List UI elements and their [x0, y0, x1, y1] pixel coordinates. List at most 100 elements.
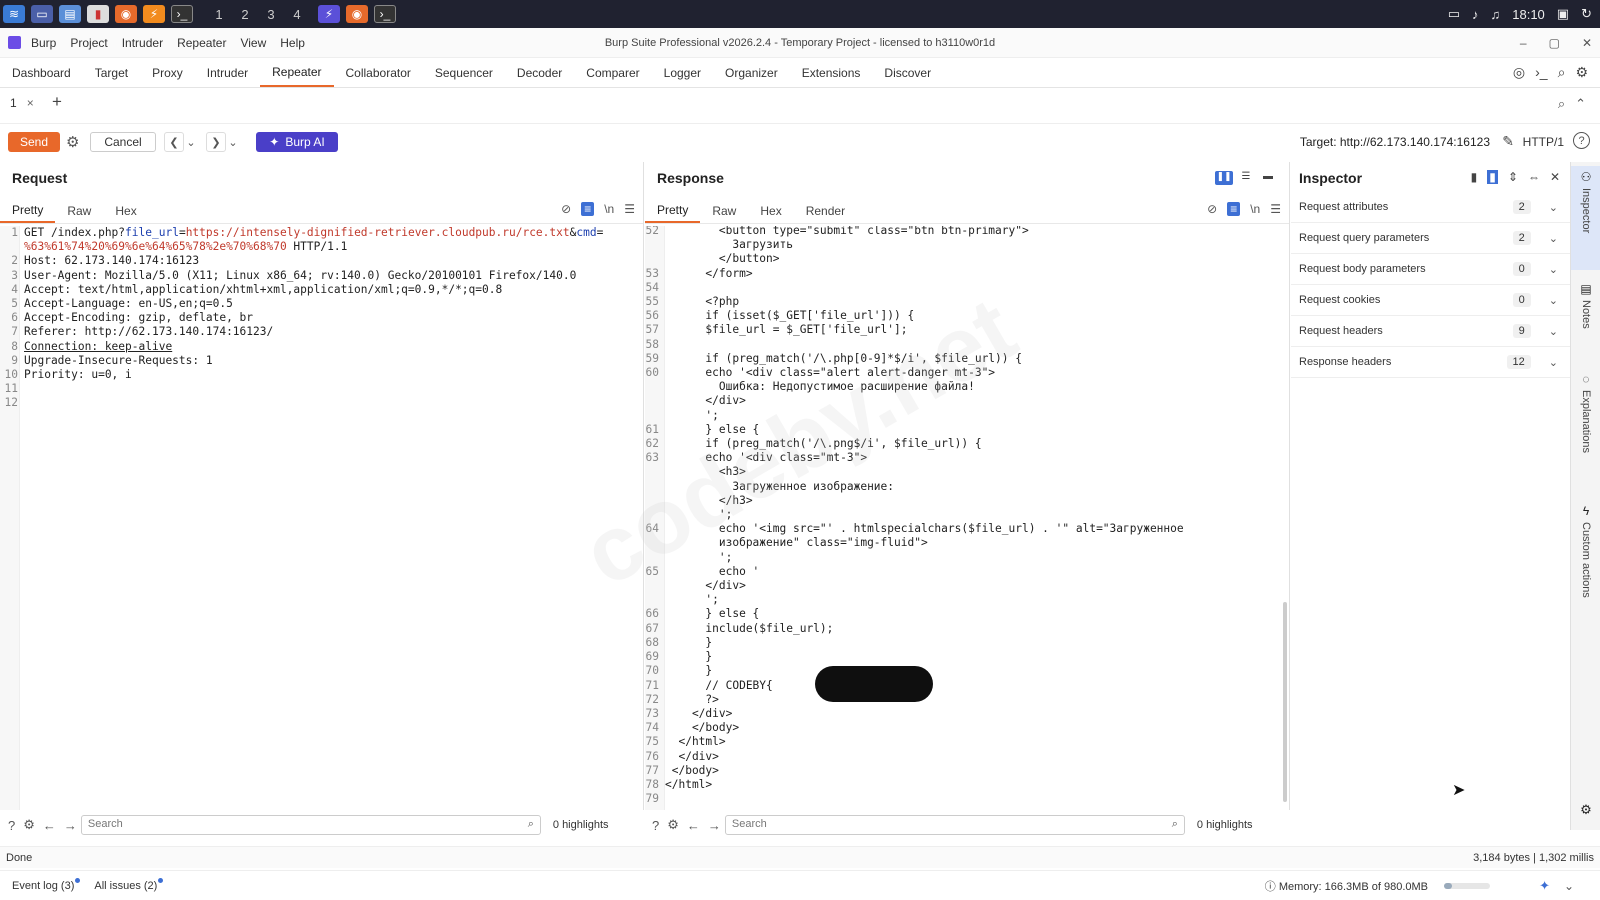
tab-discover[interactable]: Discover [872, 58, 943, 87]
help-icon[interactable]: ? [1573, 132, 1590, 149]
hide-icon[interactable]: ⊘ [1207, 202, 1217, 216]
workspace-1[interactable]: 1 [206, 7, 232, 22]
workspace-2[interactable]: 2 [232, 7, 258, 22]
back-dropdown-icon[interactable]: ⌄ [184, 132, 198, 152]
forward-button[interactable]: ❯ [206, 132, 226, 152]
request-search-input[interactable]: Search ⌕ [80, 815, 541, 835]
settings-gear-icon[interactable]: ⚙ [23, 817, 35, 833]
inspector-row-cookies[interactable]: Request cookies 0 ⌄ [1291, 285, 1570, 316]
arrow-right-icon[interactable]: → [64, 818, 77, 833]
arrow-left-icon[interactable]: ← [687, 818, 700, 833]
tab-sequencer[interactable]: Sequencer [423, 58, 505, 87]
burp-ai-button[interactable]: ✦ Burp AI [256, 132, 338, 152]
collapse-all-icon[interactable]: ⇔ [1528, 170, 1540, 184]
layout-left-icon[interactable]: ▮ [1471, 170, 1478, 184]
rail-inspector[interactable]: ⚇ Inspector [1571, 166, 1600, 270]
tab-decoder[interactable]: Decoder [505, 58, 574, 87]
maximize-icon[interactable]: ▢ [1549, 36, 1560, 50]
tab-organizer[interactable]: Organizer [713, 58, 790, 87]
newline-icon[interactable]: \n [604, 202, 614, 216]
terminal-icon[interactable]: ›_ [171, 5, 193, 23]
request-tab-hex[interactable]: Hex [103, 198, 148, 223]
request-tab-raw[interactable]: Raw [55, 198, 103, 223]
send-settings-icon[interactable]: ⚙ [66, 133, 79, 151]
close-tab-icon[interactable]: × [27, 96, 34, 110]
tab-proxy[interactable]: Proxy [140, 58, 195, 87]
help-icon[interactable]: ? [8, 818, 15, 833]
forward-dropdown-icon[interactable]: ⌄ [226, 132, 240, 152]
rail-notes[interactable]: ▤ Notes [1571, 282, 1600, 352]
search-icon[interactable]: ⌕ [1558, 64, 1566, 81]
request-editor[interactable]: 1 GET /index.php?file_url=https://intense… [0, 226, 643, 810]
minimize-icon[interactable]: – [1520, 36, 1527, 50]
app-launcher-icon[interactable]: ≋ [3, 5, 25, 23]
menu-view[interactable]: View [240, 36, 266, 50]
desktop-icon[interactable]: ▭ [31, 5, 53, 23]
inspector-row-body-params[interactable]: Request body parameters 0 ⌄ [1291, 254, 1570, 285]
tab-extensions[interactable]: Extensions [790, 58, 873, 87]
globe-icon[interactable]: ◎ [1513, 64, 1525, 81]
rail-explanations[interactable]: ◌ Explanations [1571, 372, 1600, 482]
arrow-right-icon[interactable]: → [708, 818, 721, 833]
send-button[interactable]: Send [8, 132, 60, 152]
file-manager-icon[interactable]: ▤ [59, 5, 81, 23]
ai-sparkle-icon[interactable]: ✦ [1539, 878, 1550, 894]
power-icon[interactable]: ↻ [1581, 6, 1592, 22]
clock[interactable]: 18:10 [1512, 7, 1545, 22]
collapse-icon[interactable]: ⌃ [1575, 96, 1586, 112]
firefox-icon[interactable]: ◉ [115, 5, 137, 23]
chevron-down-icon[interactable]: ⌄ [1564, 879, 1574, 893]
settings-gear-icon[interactable]: ⚙ [1575, 64, 1588, 81]
repeater-tab-1[interactable]: 1 × [10, 96, 34, 110]
event-log-link[interactable]: Event log (3) [12, 877, 81, 892]
layout-horizontal-icon[interactable]: ☰ [1237, 171, 1255, 185]
rail-custom-actions[interactable]: ϟ Custom actions [1571, 504, 1600, 634]
inspector-row-query-params[interactable]: Request query parameters 2 ⌄ [1291, 223, 1570, 254]
close-window-icon[interactable]: ✕ [1582, 36, 1592, 50]
firefox-running-icon[interactable]: ◉ [346, 5, 368, 23]
burp-running-icon[interactable]: ⚡ [318, 5, 340, 23]
volume-icon[interactable]: ♪ [1472, 7, 1479, 22]
response-tab-render[interactable]: Render [794, 198, 857, 223]
close-inspector-icon[interactable]: ✕ [1550, 170, 1560, 184]
arrow-left-icon[interactable]: ← [43, 818, 56, 833]
menu-icon[interactable]: ☰ [624, 202, 635, 216]
menu-help[interactable]: Help [280, 36, 305, 50]
request-tab-pretty[interactable]: Pretty [0, 198, 56, 223]
inspector-row-request-headers[interactable]: Request headers 9 ⌄ [1291, 316, 1570, 347]
rail-settings[interactable]: ⚙ [1571, 802, 1600, 822]
edit-target-icon[interactable]: ✎ [1502, 133, 1514, 150]
tab-target[interactable]: Target [83, 58, 140, 87]
help-icon[interactable]: ? [652, 818, 659, 833]
response-search-input[interactable]: Search ⌕ [724, 815, 1185, 835]
all-issues-link[interactable]: All issues (2) [94, 877, 164, 892]
workspace-4[interactable]: 4 [284, 7, 310, 22]
menu-repeater[interactable]: Repeater [177, 36, 226, 50]
response-tab-hex[interactable]: Hex [748, 198, 793, 223]
layout-split-icon[interactable]: ❚❚ [1215, 171, 1233, 185]
newline-icon[interactable]: \n [1250, 202, 1260, 216]
tab-logger[interactable]: Logger [652, 58, 713, 87]
add-tab-button[interactable]: + [52, 92, 62, 112]
hide-icon[interactable]: ⊘ [561, 202, 571, 216]
back-button[interactable]: ❮ [164, 132, 184, 152]
workspace-3[interactable]: 3 [258, 7, 284, 22]
http-version[interactable]: HTTP/1 [1523, 135, 1564, 149]
expand-all-icon[interactable]: ⇕ [1508, 170, 1518, 184]
response-scrollbar[interactable] [1283, 602, 1287, 802]
wrap-icon[interactable]: ≡ [581, 202, 595, 216]
response-tab-raw[interactable]: Raw [700, 198, 748, 223]
layout-single-icon[interactable]: ▬ [1259, 171, 1277, 185]
menu-burp[interactable]: Burp [31, 36, 56, 50]
menu-intruder[interactable]: Intruder [122, 36, 163, 50]
menu-icon[interactable]: ☰ [1270, 202, 1281, 216]
tab-intruder[interactable]: Intruder [195, 58, 260, 87]
terminal-running-icon[interactable]: ›_ [374, 5, 396, 23]
document-icon[interactable]: ▮ [87, 5, 109, 23]
cancel-button[interactable]: Cancel [90, 132, 156, 152]
terminal-prompt-icon[interactable]: ›_ [1535, 64, 1547, 81]
tab-comparer[interactable]: Comparer [574, 58, 651, 87]
lock-icon[interactable]: ▣ [1557, 6, 1569, 22]
layout-right-icon[interactable]: ▮ [1487, 170, 1498, 184]
response-tab-pretty[interactable]: Pretty [645, 198, 701, 223]
